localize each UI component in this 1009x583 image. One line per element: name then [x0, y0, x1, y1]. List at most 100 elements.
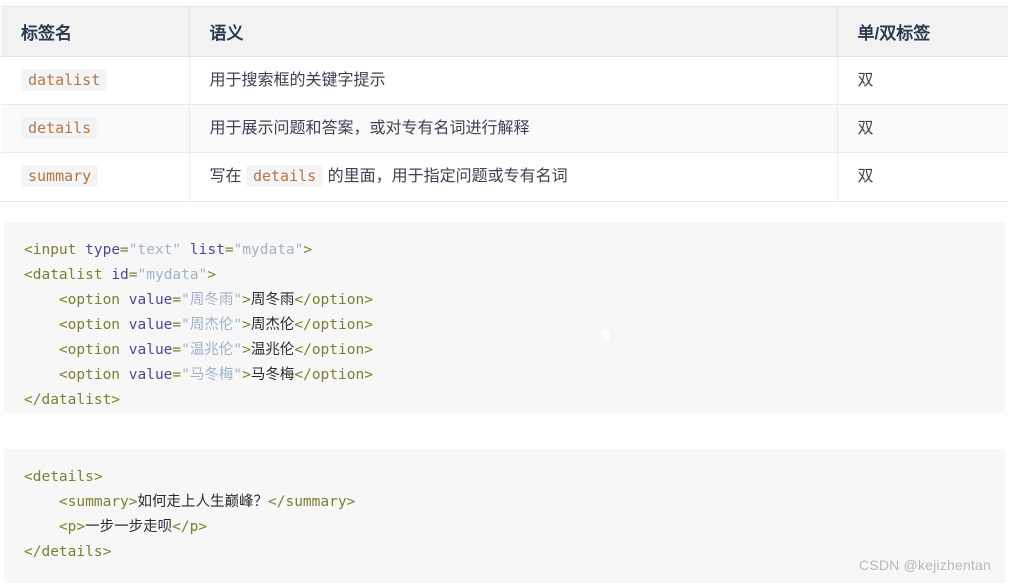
code-token-punct: = — [172, 341, 182, 358]
cell-tag-name: details — [1, 104, 190, 154]
code-line: <option value="周冬雨">周冬雨</option> — [4, 288, 1005, 313]
code-token-str: "周杰伦" — [181, 316, 243, 333]
code-token-tag: > — [242, 291, 251, 308]
code-line: </datalist> — [4, 388, 1005, 413]
table-body: datalist 用于搜索框的关键字提示双 details 用于展示问题和答案，或对专… — [1, 56, 1008, 202]
code-token-tag: <option — [58, 291, 121, 308]
code-token-str: "温兆伦" — [181, 341, 243, 358]
code-token-str: "mydata" — [233, 242, 304, 258]
code-line: <option value="温兆伦">温兆伦</option> — [4, 338, 1005, 363]
code-token-tag: </option> — [294, 291, 373, 308]
code-token-str: "text" — [128, 242, 182, 258]
code-token-tag: > — [242, 341, 251, 358]
cell-tag-type: 双 — [837, 104, 1008, 154]
code-token-tag: </details> — [24, 543, 112, 560]
inline-code-tag: details — [21, 117, 99, 140]
code-token-str: "马冬梅" — [181, 366, 243, 383]
code-line: <datalist id="mydata"> — [4, 263, 1005, 288]
code-block-datalist-example: <input type="text" list="mydata"> <datali… — [4, 222, 1005, 413]
semantics-text: 用于搜索框的关键字提示 — [209, 72, 386, 89]
column-header-semantics: 语义 — [189, 6, 838, 57]
code-line: <option value="周杰伦">周杰伦</option> — [4, 313, 1005, 338]
cursor-artifact — [601, 330, 610, 340]
code-token-punct: = — [172, 366, 182, 383]
table-header: 标签名 语义 单/双标签 — [1, 6, 1008, 57]
code-token-attr: list — [189, 242, 225, 258]
code-token-tag: </option> — [294, 341, 373, 358]
code-token-punct: = — [172, 316, 182, 333]
inline-code-tag: summary — [21, 165, 99, 188]
code-token-tag: </datalist> — [24, 391, 121, 408]
semantics-text: 写在 — [209, 168, 246, 186]
table-header-row: 标签名 语义 单/双标签 — [1, 6, 1008, 57]
code-token-tag: > — [242, 316, 251, 333]
code-token-tag: > — [207, 266, 217, 283]
code-token-attr: value — [128, 316, 173, 333]
code-token-tag: <option — [58, 316, 121, 333]
table-row: summary 写在 details 的里面，用于指定问题或专有名词 双 — [1, 152, 1008, 202]
cell-semantics: 用于展示问题和答案，或对专有名词进行解释 — [189, 104, 838, 154]
code-token-text: 一步一步走呗 — [85, 518, 173, 535]
inline-code-reference: details — [245, 165, 324, 188]
code-token-punct: = — [120, 242, 129, 258]
code-token-attr: type — [85, 242, 121, 258]
code-token-attr: value — [128, 341, 173, 358]
cell-tag-type: 双 — [837, 56, 1008, 106]
code-token-tag: </p> — [172, 518, 208, 535]
cell-semantics: 用于搜索框的关键字提示 — [189, 56, 838, 106]
code-line: </details> — [4, 540, 1005, 565]
code-token-tag: </summary> — [268, 493, 356, 510]
inline-code-tag: datalist — [21, 69, 108, 91]
code-token-str: "mydata" — [137, 266, 208, 283]
cell-semantics: 写在 details 的里面，用于指定问题或专有名词 — [189, 152, 838, 202]
column-header-tag-type: 单/双标签 — [837, 6, 1008, 57]
code-token-text: 马冬梅 — [250, 366, 295, 383]
code-token-text: 周冬雨 — [250, 291, 295, 308]
semantics-text-tail: 的里面，用于指定问题或专有名词 — [323, 168, 568, 186]
code-token-tag: </option> — [294, 366, 373, 383]
code-token-tag: <summary> — [58, 493, 138, 510]
html-tag-reference-table: 标签名 语义 单/双标签 datalist 用于搜索框的关键字提示双 details… — [1, 6, 1008, 202]
code-token-tag: <input — [24, 242, 77, 258]
code-token-punct: = — [172, 291, 182, 308]
code-token-attr: id — [111, 266, 129, 283]
code-token-text: 周杰伦 — [250, 316, 295, 333]
code-block-details-example: <details> <summary>如何走上人生巅峰？</summary> <… — [4, 449, 1005, 583]
code-token-tag: <datalist — [24, 266, 103, 283]
code-token-attr: value — [128, 291, 173, 308]
cell-tag-name: summary — [1, 152, 190, 202]
code-token-tag: <p> — [58, 518, 86, 535]
code-line: <details> — [4, 465, 1005, 490]
table-row: datalist 用于搜索框的关键字提示 双 — [1, 56, 1008, 106]
code-token-tag: </option> — [294, 316, 373, 333]
page-root: 标签名 语义 单/双标签 datalist 用于搜索框的关键字提示双 details… — [0, 6, 1009, 583]
code-token-punct: = — [128, 266, 138, 283]
code-token-text: 如何走上人生巅峰？ — [137, 493, 269, 510]
code-token-tag: > — [303, 242, 313, 258]
table-row: details 用于展示问题和答案，或对专有名词进行解释 双 — [1, 104, 1008, 154]
code-token-punct: = — [224, 242, 234, 258]
code-token-tag: <details> — [24, 469, 103, 485]
watermark-csdn-author: CSDN @kejizhentan — [859, 557, 991, 573]
code-token-tag: <option — [58, 366, 121, 383]
code-line: <option value="马冬梅">马冬梅</option> — [4, 363, 1005, 388]
column-header-tag-name: 标签名 — [1, 6, 190, 57]
code-line: <p>一步一步走呗</p> — [4, 515, 1005, 540]
code-token-attr: value — [128, 366, 173, 383]
code-token-text: 温兆伦 — [250, 341, 295, 358]
code-token-tag: <option — [58, 341, 121, 358]
code-token-tag: > — [242, 366, 251, 383]
semantics-text: 用于展示问题和答案，或对专有名词进行解释 — [209, 120, 530, 138]
cell-tag-type: 双 — [857, 168, 874, 186]
